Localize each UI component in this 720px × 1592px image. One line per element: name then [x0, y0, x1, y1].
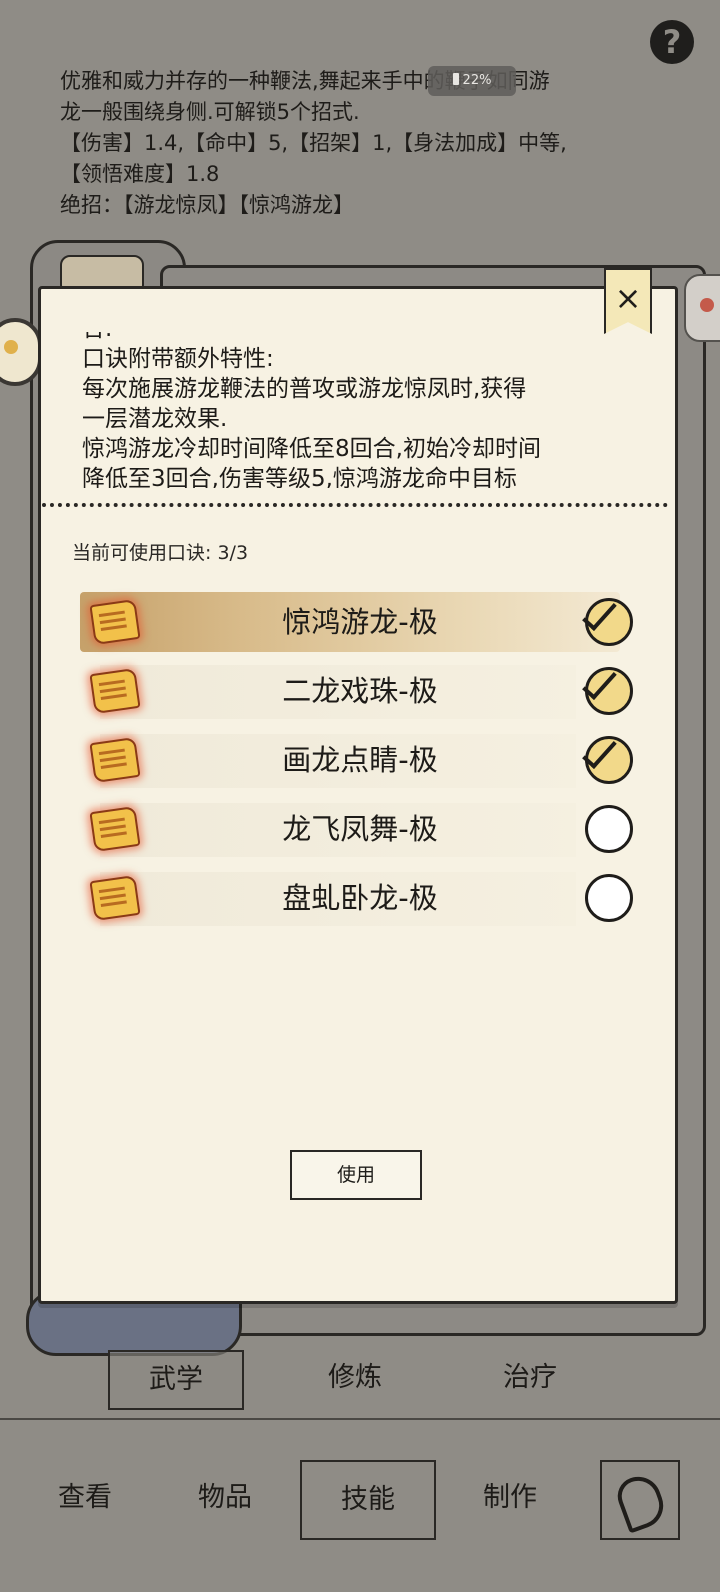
sub-tabs: 武学 修炼 治疗	[0, 1350, 720, 1410]
dotted-divider	[42, 503, 668, 507]
tab-healing[interactable]: 治疗	[475, 1350, 585, 1406]
description-line: 【伤害】1.4,【命中】5,【招架】1,【身法加成】中等,	[60, 131, 567, 155]
nav-view[interactable]: 查看	[30, 1460, 140, 1536]
battery-percent: 22%	[462, 73, 492, 88]
back-icon[interactable]	[600, 1460, 680, 1540]
checkbox-checked[interactable]	[585, 736, 633, 784]
description-line: 【领悟难度】1.8	[60, 162, 220, 186]
mantra-description[interactable]: 合. 口诀附带额外特性: 每次施展游龙鞭法的普攻或游龙惊凤时,获得 一层潜龙效果…	[82, 332, 630, 488]
help-button[interactable]: ?	[650, 20, 694, 64]
checkbox-checked[interactable]	[585, 667, 633, 715]
mantra-list: 惊鸿游龙-极 二龙戏珠-极 画龙点睛-极 龙飞凤舞-极 盘虬卧龙-极	[80, 590, 650, 935]
description-line: 一层潜龙效果.	[82, 406, 228, 432]
nav-items[interactable]: 物品	[170, 1460, 280, 1536]
checkbox-unchecked[interactable]	[585, 805, 633, 853]
description-line: 绝招：【游龙惊凤】【惊鸿游龙】	[60, 193, 354, 217]
usage-status: 当前可使用口诀: 3/3	[72, 538, 248, 565]
mantra-name: 盘虬卧龙-极	[282, 881, 438, 915]
scroll-icon	[89, 736, 141, 784]
usage-count: 3/3	[217, 542, 249, 564]
close-icon: ×	[614, 279, 642, 317]
description-line: 龙一般围绕身侧.可解锁5个招式.	[60, 100, 360, 124]
scroll-icon	[89, 874, 141, 922]
tab-cultivation[interactable]: 修炼	[300, 1350, 410, 1406]
use-button[interactable]: 使用	[290, 1150, 422, 1200]
divider	[0, 1418, 720, 1420]
tab-martial-arts[interactable]: 武学	[108, 1350, 244, 1410]
scroll-icon	[89, 805, 141, 853]
mantra-name: 龙飞凤舞-极	[282, 812, 438, 846]
list-item[interactable]: 画龙点睛-极	[80, 728, 650, 797]
mantra-name: 二龙戏珠-极	[282, 674, 438, 708]
description-line: 惊鸿游龙冷却时间降低至8回合,初始冷却时间	[82, 436, 541, 462]
description-line: 口诀附带额外特性:	[82, 346, 274, 372]
description-line: 降低至3回合,伤害等级5,惊鸿游龙命中目标	[82, 466, 517, 488]
nav-skills[interactable]: 技能	[300, 1460, 436, 1540]
bottom-navigation: 查看 物品 技能 制作	[0, 1460, 720, 1540]
battery-indicator: 22%	[428, 66, 516, 96]
description-line: 优雅和威力并存的一种鞭法,舞起来手中的鞭子如同游	[60, 69, 550, 93]
checkbox-checked[interactable]	[585, 598, 633, 646]
description-line: 合.	[82, 332, 630, 344]
description-line: 每次施展游龙鞭法的普攻或游龙惊凤时,获得	[82, 376, 527, 402]
usage-label: 当前可使用口诀:	[72, 542, 212, 564]
list-item[interactable]: 惊鸿游龙-极	[80, 590, 650, 659]
scroll-icon	[89, 598, 141, 646]
avatar[interactable]	[0, 318, 42, 386]
list-item[interactable]: 龙飞凤舞-极	[80, 797, 650, 866]
mantra-name: 惊鸿游龙-极	[282, 605, 438, 639]
avatar[interactable]	[684, 274, 720, 342]
checkbox-unchecked[interactable]	[585, 874, 633, 922]
scroll-icon	[89, 667, 141, 715]
martial-art-description: 优雅和威力并存的一种鞭法,舞起来手中的鞭子如同游 龙一般围绕身侧.可解锁5个招式…	[60, 66, 660, 221]
list-item[interactable]: 盘虬卧龙-极	[80, 866, 650, 935]
list-item[interactable]: 二龙戏珠-极	[80, 659, 650, 728]
mantra-name: 画龙点睛-极	[282, 743, 438, 777]
nav-crafting[interactable]: 制作	[455, 1460, 565, 1536]
battery-icon	[452, 73, 459, 85]
